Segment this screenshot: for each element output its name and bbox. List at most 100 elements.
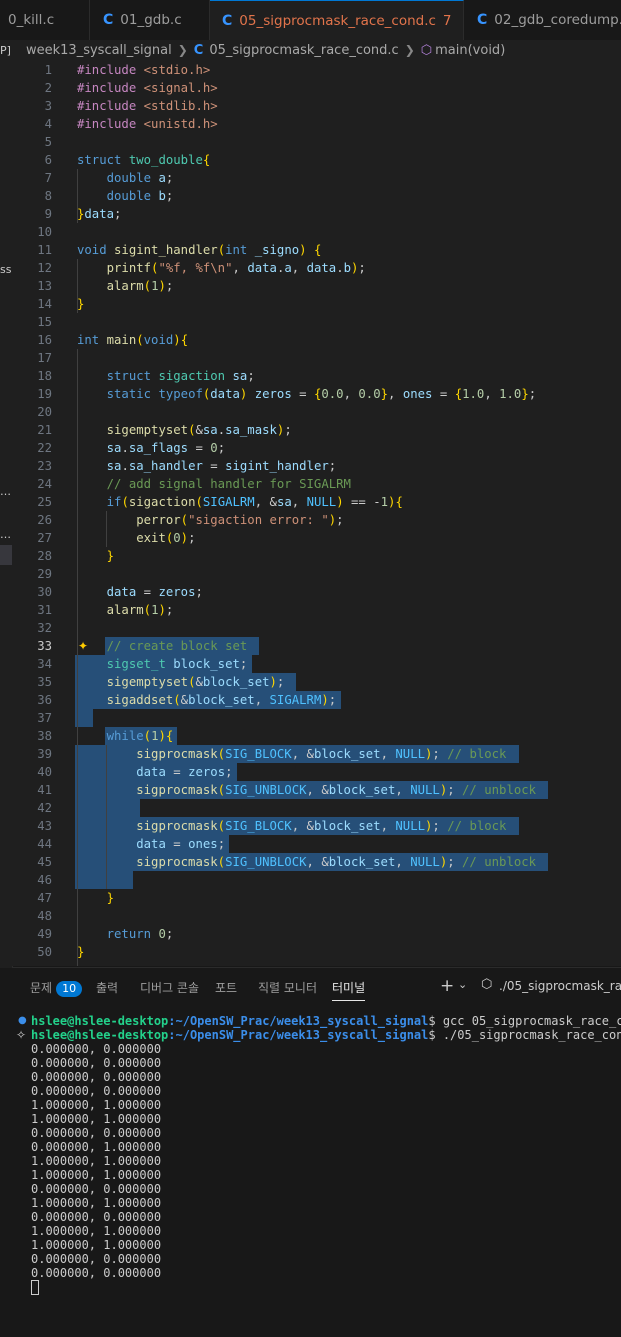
code-editor[interactable]: 1 #include <stdio.h> 2 #include <signal.h> 3…	[12, 60, 621, 966]
code-line[interactable]: 4 #include <unistd.h>	[12, 115, 621, 133]
code-line[interactable]: 29	[12, 565, 621, 583]
line-number[interactable]: 49	[12, 925, 52, 943]
code-line[interactable]: 1 #include <stdio.h>	[12, 61, 621, 79]
code-line[interactable]: 14}	[12, 295, 621, 313]
breadcrumb-symbol[interactable]: main(void)	[435, 43, 505, 58]
line-number[interactable]: 31	[12, 601, 52, 619]
plus-icon[interactable]: +	[440, 976, 454, 996]
code-line[interactable]: 50}	[12, 943, 621, 961]
line-number[interactable]: 9	[12, 205, 52, 223]
tab-ports[interactable]: 포트	[215, 979, 237, 996]
code-line[interactable]: 17	[12, 349, 621, 367]
tab-problems[interactable]: 문제 10	[30, 979, 83, 997]
line-number[interactable]: 43	[12, 817, 52, 835]
code-line[interactable]: 46	[12, 871, 621, 889]
code-line[interactable]: 42	[12, 799, 621, 817]
line-number[interactable]: 5	[12, 133, 52, 151]
line-number[interactable]: 24	[12, 475, 52, 493]
line-number[interactable]: 4	[12, 115, 52, 133]
code-line[interactable]: 27 exit(0);	[12, 529, 621, 547]
line-number[interactable]: 36	[12, 691, 52, 709]
code-line[interactable]: 9}data;	[12, 205, 621, 223]
code-line[interactable]: 30 data = zeros;	[12, 583, 621, 601]
line-number[interactable]: 38	[12, 727, 52, 745]
line-number[interactable]: 47	[12, 889, 52, 907]
code-line[interactable]: 39 sigprocmask(SIG_BLOCK, &block_set, NU…	[12, 745, 621, 763]
line-number[interactable]: 1	[12, 61, 52, 79]
line-number[interactable]: 45	[12, 853, 52, 871]
line-number[interactable]: 11	[12, 241, 52, 259]
code-line[interactable]: 15	[12, 313, 621, 331]
line-number[interactable]: 46	[12, 871, 52, 889]
line-number[interactable]: 16	[12, 331, 52, 349]
code-line[interactable]: 5	[12, 133, 621, 151]
code-line[interactable]: 35 sigemptyset(&block_set);	[12, 673, 621, 691]
line-number[interactable]: 30	[12, 583, 52, 601]
tab-kill[interactable]: 0_kill.c	[0, 0, 90, 40]
code-line[interactable]: 28 }	[12, 547, 621, 565]
line-number[interactable]: 44	[12, 835, 52, 853]
terminal-title[interactable]: ./05_sigprocmask_race	[499, 979, 621, 993]
tab-serial-monitor[interactable]: 직렬 모니터	[258, 979, 317, 996]
line-number[interactable]: 33	[12, 637, 52, 655]
code-line[interactable]: 32	[12, 619, 621, 637]
code-line[interactable]: 44 data = ones;	[12, 835, 621, 853]
code-line[interactable]: 11 void sigint_handler(int _signo) {	[12, 241, 621, 259]
code-line[interactable]: 12 printf("%f, %f\n", data.a, data.b);	[12, 259, 621, 277]
code-line[interactable]: 10	[12, 223, 621, 241]
line-number[interactable]: 13	[12, 277, 52, 295]
code-line[interactable]: 22 sa.sa_flags = 0;	[12, 439, 621, 457]
code-line[interactable]: 49 return 0;	[12, 925, 621, 943]
line-number[interactable]: 39	[12, 745, 52, 763]
line-number[interactable]: 29	[12, 565, 52, 583]
line-number[interactable]: 48	[12, 907, 52, 925]
breadcrumb-file[interactable]: 05_sigprocmask_race_cond.c	[209, 43, 398, 58]
code-line[interactable]: 24 // add signal handler for SIGALRM	[12, 475, 621, 493]
line-number[interactable]: 41	[12, 781, 52, 799]
line-number[interactable]: 27	[12, 529, 52, 547]
code-line[interactable]: 3 #include <stdlib.h>	[12, 97, 621, 115]
code-line[interactable]: 13 alarm(1);	[12, 277, 621, 295]
tab-debug-console[interactable]: 디버그 콘솔	[140, 979, 199, 996]
line-number[interactable]: 35	[12, 673, 52, 691]
line-number[interactable]: 10	[12, 223, 52, 241]
code-line[interactable]: 38 while(1){	[12, 727, 621, 745]
tab-sigprocmask[interactable]: C 05_sigprocmask_race_cond.c 7 ✕	[210, 0, 464, 40]
line-number[interactable]: 34	[12, 655, 52, 673]
code-line[interactable]: 25 if(sigaction(SIGALRM, &sa, NULL) == -…	[12, 493, 621, 511]
code-line[interactable]: 16 int main(void){	[12, 331, 621, 349]
line-number[interactable]: 32	[12, 619, 52, 637]
tab-output[interactable]: 출력	[96, 979, 118, 996]
line-number[interactable]: 15	[12, 313, 52, 331]
code-line[interactable]: 31 alarm(1);	[12, 601, 621, 619]
code-line[interactable]: 37	[12, 709, 621, 727]
line-number[interactable]: 50	[12, 943, 52, 961]
line-number[interactable]: 21	[12, 421, 52, 439]
line-number[interactable]: 19	[12, 385, 52, 403]
code-line[interactable]: 34 sigset_t block_set;	[12, 655, 621, 673]
code-line[interactable]: 18 struct sigaction sa;	[12, 367, 621, 385]
lightbulb-icon[interactable]: ✦	[78, 637, 88, 655]
code-line[interactable]: 19 static typeof(data) zeros = {0.0, 0.0…	[12, 385, 621, 403]
line-number[interactable]: 2	[12, 79, 52, 97]
line-number[interactable]: 8	[12, 187, 52, 205]
chevron-down-icon[interactable]: ⌄	[458, 978, 467, 991]
code-line[interactable]: 7 double a;	[12, 169, 621, 187]
code-line[interactable]: 6 struct two_double{	[12, 151, 621, 169]
line-number[interactable]: 22	[12, 439, 52, 457]
code-line[interactable]: 43 sigprocmask(SIG_BLOCK, &block_set, NU…	[12, 817, 621, 835]
code-line[interactable]: 26 perror("sigaction error: ");	[12, 511, 621, 529]
breadcrumb-folder[interactable]: week13_syscall_signal	[26, 43, 172, 58]
code-line[interactable]: 8 double b;	[12, 187, 621, 205]
line-number[interactable]: 25	[12, 493, 52, 511]
code-line[interactable]: 20	[12, 403, 621, 421]
line-number[interactable]: 3	[12, 97, 52, 115]
code-line[interactable]: 23 sa.sa_handler = sigint_handler;	[12, 457, 621, 475]
code-line[interactable]: 2 #include <signal.h>	[12, 79, 621, 97]
code-line[interactable]: 36 sigaddset(&block_set, SIGALRM);	[12, 691, 621, 709]
line-number[interactable]: 28	[12, 547, 52, 565]
code-line[interactable]: 21 sigemptyset(&sa.sa_mask);	[12, 421, 621, 439]
line-number[interactable]: 17	[12, 349, 52, 367]
line-number[interactable]: 20	[12, 403, 52, 421]
code-line[interactable]: 48	[12, 907, 621, 925]
